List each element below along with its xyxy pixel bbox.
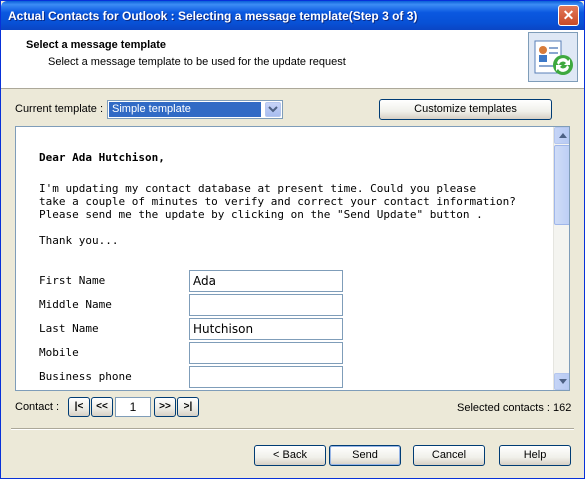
cancel-button[interactable]: Cancel bbox=[413, 445, 485, 466]
mobile-label: Mobile bbox=[39, 346, 79, 359]
scroll-down-button[interactable] bbox=[554, 373, 569, 390]
template-select-value: Simple template bbox=[109, 102, 261, 117]
arrow-up-icon bbox=[559, 133, 567, 138]
last-name-field[interactable]: Hutchison bbox=[189, 318, 343, 340]
arrow-down-icon bbox=[559, 379, 567, 384]
message-preview: Dear Ada Hutchison, I'm updating my cont… bbox=[15, 126, 570, 391]
chevron-down-icon bbox=[268, 106, 278, 113]
template-select-arrow[interactable] bbox=[265, 102, 281, 117]
contact-card-sync-icon bbox=[528, 32, 578, 82]
next-contact-button[interactable]: >> bbox=[154, 397, 176, 417]
footer-divider bbox=[11, 428, 574, 430]
preview-body-line-2: take a couple of minutes to verify and c… bbox=[39, 195, 516, 208]
scroll-thumb[interactable] bbox=[554, 145, 569, 225]
title-bar[interactable]: Actual Contacts for Outlook : Selecting … bbox=[1, 1, 584, 30]
last-contact-button[interactable]: >| bbox=[177, 397, 199, 417]
last-name-label: Last Name bbox=[39, 322, 99, 335]
middle-name-label: Middle Name bbox=[39, 298, 112, 311]
first-contact-button[interactable]: |< bbox=[68, 397, 90, 417]
first-name-label: First Name bbox=[39, 274, 106, 287]
contact-number-input[interactable]: 1 bbox=[115, 397, 151, 417]
business-phone-label: Business phone bbox=[39, 370, 132, 383]
back-button[interactable]: < Back bbox=[254, 445, 326, 466]
wizard-header: Select a message template Select a messa… bbox=[1, 30, 584, 89]
current-template-label: Current template : bbox=[15, 103, 104, 115]
close-icon: ✕ bbox=[562, 7, 575, 23]
business-phone-field[interactable] bbox=[189, 366, 343, 388]
window-title: Actual Contacts for Outlook : Selecting … bbox=[8, 9, 418, 23]
previous-contact-button[interactable]: << bbox=[91, 397, 113, 417]
middle-name-field[interactable] bbox=[189, 294, 343, 316]
mobile-field[interactable] bbox=[189, 342, 343, 364]
preview-thanks: Thank you... bbox=[39, 234, 119, 247]
first-name-field[interactable]: Ada bbox=[189, 270, 343, 292]
header-subtitle: Select a message template to be used for… bbox=[48, 56, 346, 68]
close-button[interactable]: ✕ bbox=[558, 5, 579, 26]
customize-templates-button[interactable]: Customize templates bbox=[379, 99, 552, 120]
selected-contacts-count: Selected contacts : 162 bbox=[457, 402, 572, 414]
preview-scrollbar[interactable] bbox=[553, 127, 569, 390]
header-title: Select a message template bbox=[26, 39, 167, 51]
help-button[interactable]: Help bbox=[499, 445, 571, 466]
preview-body-line-3: Please send me the update by clicking on… bbox=[39, 208, 483, 221]
preview-body-line-1: I'm updating my contact database at pres… bbox=[39, 182, 477, 195]
scroll-up-button[interactable] bbox=[554, 127, 569, 144]
dialog-window: Actual Contacts for Outlook : Selecting … bbox=[0, 0, 585, 479]
contact-label: Contact : bbox=[15, 401, 60, 413]
preview-greeting: Dear Ada Hutchison, bbox=[39, 151, 165, 164]
send-button[interactable]: Send bbox=[329, 445, 401, 466]
template-select[interactable]: Simple template bbox=[107, 100, 283, 119]
